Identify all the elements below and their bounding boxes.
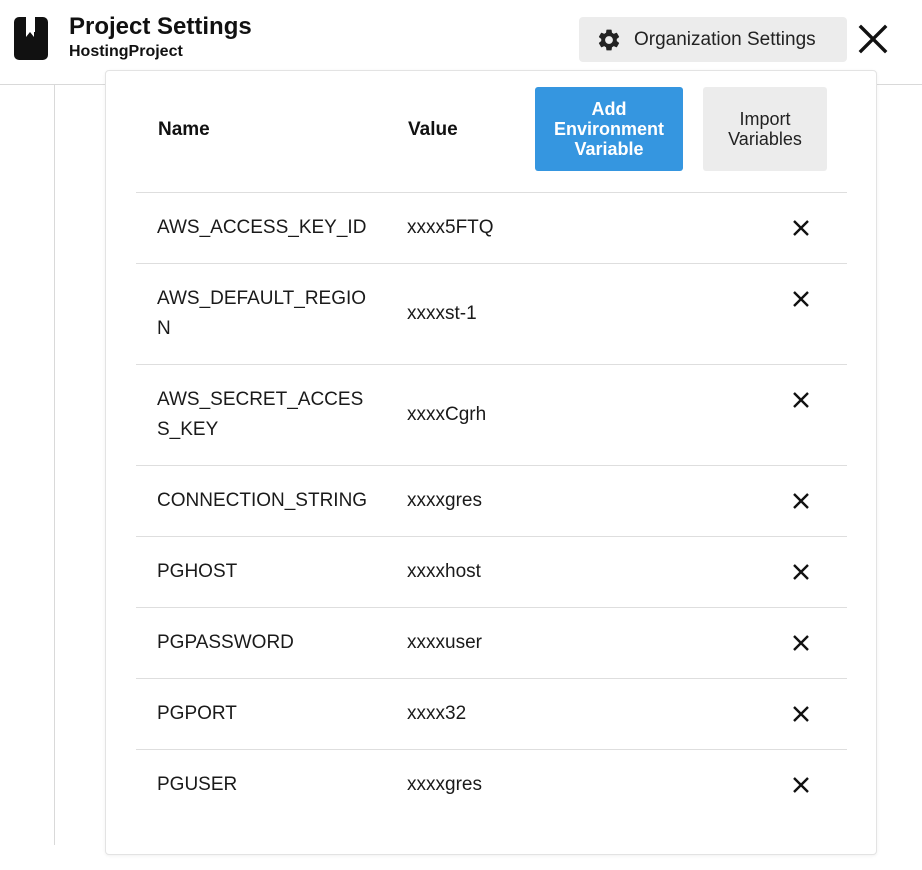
organization-settings-label: Organization Settings	[634, 28, 816, 50]
variable-name: PGHOST	[157, 561, 238, 582]
gear-icon	[598, 29, 620, 50]
variable-value: xxxxgres	[407, 490, 482, 511]
import-variables-button[interactable]: Import Variables	[703, 87, 827, 171]
variable-name: AWS_SECRET_ACCESS_KEY	[157, 389, 364, 440]
table-row: PGPORT xxxx32	[136, 678, 847, 749]
variable-value: xxxxhost	[407, 561, 481, 582]
book-logo-icon	[14, 17, 48, 60]
table-row: AWS_ACCESS_KEY_ID xxxx5FTQ	[136, 192, 847, 263]
variable-value: xxxxCgrh	[407, 404, 487, 425]
delete-icon[interactable]	[791, 491, 811, 511]
variable-name: PGPASSWORD	[157, 632, 294, 653]
add-environment-variable-button[interactable]: Add Environment Variable	[535, 87, 683, 171]
variable-name: AWS_DEFAULT_REGION	[157, 288, 367, 339]
variables-table: AWS_ACCESS_KEY_ID xxxx5FTQ AWS_DEFAULT_R…	[136, 192, 847, 820]
variable-value: xxxxuser	[407, 632, 482, 653]
variable-name: AWS_ACCESS_KEY_ID	[157, 217, 367, 238]
table-row: PGPASSWORD xxxxuser	[136, 607, 847, 678]
delete-icon[interactable]	[791, 775, 811, 795]
variable-value: xxxxst-1	[407, 303, 477, 324]
variable-value: xxxx5FTQ	[407, 217, 494, 238]
page-title: Project Settings	[69, 13, 252, 40]
sidebar-divider	[54, 85, 55, 845]
environment-variables-card: Name Value Add Environment Variable Impo…	[105, 70, 877, 855]
sidebar-edge	[0, 118, 3, 132]
column-header-value: Value	[408, 119, 458, 140]
project-name: HostingProject	[69, 43, 183, 60]
variable-value: xxxxgres	[407, 774, 482, 795]
column-header-name: Name	[158, 119, 210, 140]
variable-name: CONNECTION_STRING	[157, 490, 368, 511]
delete-icon[interactable]	[791, 390, 811, 410]
table-row: AWS_SECRET_ACCESS_KEY xxxxCgrh	[136, 364, 847, 465]
delete-icon[interactable]	[791, 704, 811, 724]
variable-value: xxxx32	[407, 703, 467, 724]
variable-name: PGUSER	[157, 774, 238, 795]
table-row: CONNECTION_STRING xxxxgres	[136, 465, 847, 536]
organization-settings-button[interactable]: Organization Settings	[579, 17, 847, 62]
table-row: PGUSER xxxxgres	[136, 749, 847, 820]
table-row: PGHOST xxxxhost	[136, 536, 847, 607]
delete-icon[interactable]	[791, 289, 811, 309]
delete-icon[interactable]	[791, 218, 811, 238]
delete-icon[interactable]	[791, 633, 811, 653]
table-row: AWS_DEFAULT_REGION xxxxst-1	[136, 263, 847, 364]
delete-icon[interactable]	[791, 562, 811, 582]
variable-name: PGPORT	[157, 703, 237, 724]
close-icon[interactable]	[856, 22, 890, 56]
